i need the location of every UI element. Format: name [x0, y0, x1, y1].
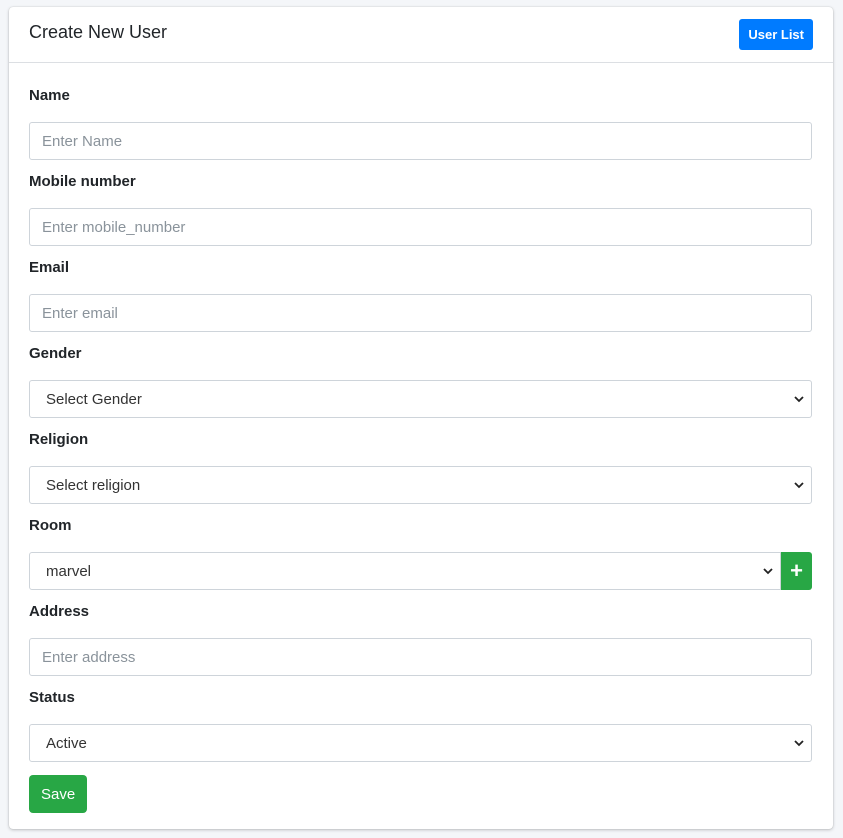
status-group: Status Active — [29, 689, 813, 762]
gender-group: Gender Select Gender — [29, 345, 813, 418]
chevron-down-icon — [793, 737, 805, 749]
religion-label: Religion — [29, 431, 89, 448]
religion-selected-value: Select religion — [46, 476, 141, 494]
email-label: Email — [29, 259, 70, 276]
religion-select[interactable]: Select religion — [29, 466, 812, 504]
name-group: Name — [29, 87, 813, 160]
room-label: Room — [29, 517, 72, 534]
room-group: Room marvel + — [29, 517, 813, 590]
room-select[interactable]: marvel — [29, 552, 781, 590]
plus-icon: + — [790, 558, 803, 583]
name-label: Name — [29, 87, 70, 104]
room-selected-value: marvel — [46, 562, 92, 580]
religion-group: Religion Select religion — [29, 431, 813, 504]
create-user-card: Create New User User List Name Mobile nu… — [9, 7, 833, 829]
save-button[interactable]: Save — [29, 775, 88, 813]
page-title: Create New User — [29, 22, 168, 42]
chevron-down-icon — [793, 393, 805, 405]
address-input[interactable] — [29, 638, 812, 676]
name-input[interactable] — [29, 122, 812, 160]
status-select[interactable]: Active — [29, 724, 812, 762]
mobile-group: Mobile number — [29, 173, 813, 246]
gender-selected-value: Select Gender — [46, 390, 142, 408]
mobile-label: Mobile number — [29, 173, 136, 190]
email-group: Email — [29, 259, 813, 332]
add-room-button[interactable]: + — [781, 552, 812, 590]
address-label: Address — [29, 603, 90, 620]
status-label: Status — [29, 689, 75, 706]
gender-select[interactable]: Select Gender — [29, 380, 812, 418]
mobile-number-input[interactable] — [29, 208, 812, 246]
chevron-down-icon — [793, 479, 805, 491]
chevron-down-icon — [762, 565, 774, 577]
address-group: Address — [29, 603, 813, 676]
status-selected-value: Active — [46, 734, 87, 752]
user-form: Name Mobile number Email Gender Select G… — [9, 63, 833, 813]
email-input[interactable] — [29, 294, 812, 332]
card-header: Create New User User List — [9, 7, 833, 63]
room-input-row: marvel + — [29, 552, 813, 590]
gender-label: Gender — [29, 345, 82, 362]
user-list-button[interactable]: User List — [739, 19, 813, 50]
